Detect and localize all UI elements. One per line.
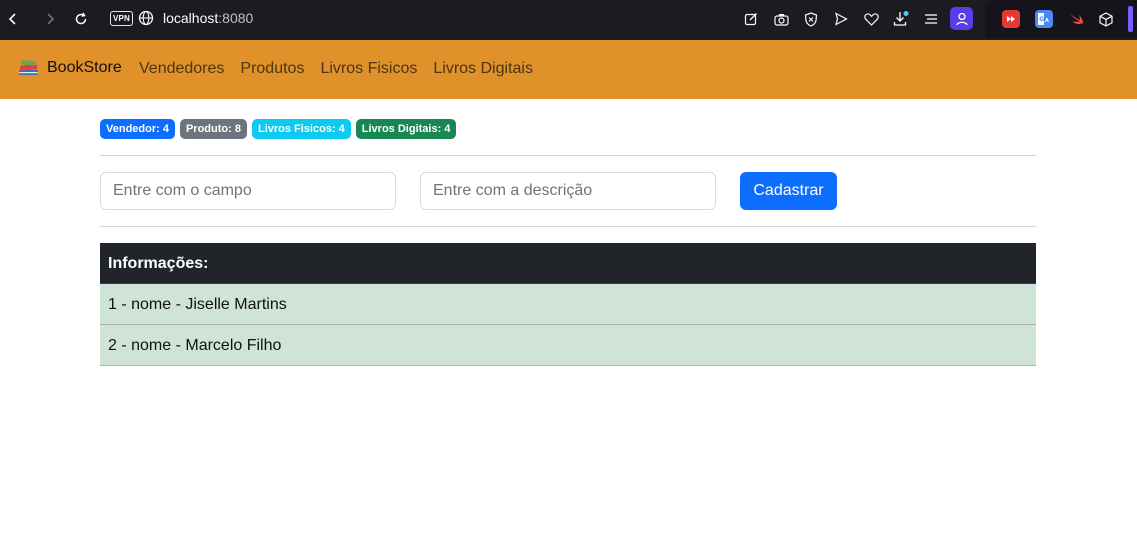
sidebar-accent xyxy=(1128,6,1133,32)
url-host: localhost xyxy=(163,10,219,26)
camera-icon[interactable] xyxy=(772,10,790,28)
heart-icon[interactable] xyxy=(862,10,880,28)
address-bar[interactable]: localhost:8080 xyxy=(163,10,253,26)
badge-produto: Produto: 8 xyxy=(179,119,247,139)
table-row[interactable]: 2 - nome - Marcelo Filho xyxy=(100,325,1036,366)
vpn-icon[interactable]: VPN xyxy=(110,11,133,26)
info-table: Informações: 1 - nome - Jiselle Martins … xyxy=(100,243,1036,366)
divider-bottom xyxy=(100,226,1036,227)
nav-link-vendedores[interactable]: Vendedores xyxy=(139,60,224,78)
nav-links: Vendedores Produtos Livros Fisicos Livro… xyxy=(139,60,533,78)
menu-icon[interactable] xyxy=(922,10,940,28)
globe-icon xyxy=(138,10,154,26)
shield-icon[interactable] xyxy=(802,10,820,28)
svg-text:A: A xyxy=(1045,18,1049,24)
browser-toolbar: VPN localhost:8080 GA xyxy=(0,0,1137,38)
divider-top xyxy=(100,155,1036,156)
cube-extension-icon[interactable] xyxy=(1097,10,1115,28)
back-icon[interactable] xyxy=(3,9,23,29)
descricao-input[interactable] xyxy=(420,172,716,210)
profile-icon[interactable] xyxy=(950,7,973,30)
nav-link-produtos[interactable]: Produtos xyxy=(240,60,304,78)
campo-input[interactable] xyxy=(100,172,396,210)
books-icon xyxy=(18,59,39,77)
svg-text:G: G xyxy=(1039,16,1044,23)
badge-livros-fisicos: Livros Fisicos: 4 xyxy=(251,119,351,139)
nav-link-livros-fisicos[interactable]: Livros Fisicos xyxy=(320,60,417,78)
url-port: :8080 xyxy=(218,10,254,26)
forward-icon[interactable] xyxy=(40,9,60,29)
badge-livros-digitais: Livros Digitais: 4 xyxy=(355,119,457,139)
table-header: Informações: xyxy=(100,243,1036,284)
badge-vendedor: Vendedor: 4 xyxy=(100,119,175,139)
brand-name: BookStore xyxy=(47,59,122,76)
navbar: BookStore Vendedores Produtos Livros Fis… xyxy=(0,38,1137,99)
count-badges: Vendedor: 4 Produto: 8 Livros Fisicos: 4… xyxy=(100,119,457,139)
swift-extension-icon[interactable] xyxy=(1067,10,1085,28)
download-icon[interactable] xyxy=(892,10,910,28)
cadastrar-button[interactable]: Cadastrar xyxy=(740,172,837,210)
edit-icon[interactable] xyxy=(742,10,760,28)
nav-link-livros-digitais[interactable]: Livros Digitais xyxy=(433,60,533,78)
send-icon[interactable] xyxy=(832,10,850,28)
reload-icon[interactable] xyxy=(71,9,91,29)
translate-extension-icon[interactable]: GA xyxy=(1035,10,1053,28)
table-row[interactable]: 1 - nome - Jiselle Martins xyxy=(100,284,1036,325)
video-extension-icon[interactable] xyxy=(1002,10,1020,28)
brand-link[interactable]: BookStore xyxy=(18,59,122,77)
